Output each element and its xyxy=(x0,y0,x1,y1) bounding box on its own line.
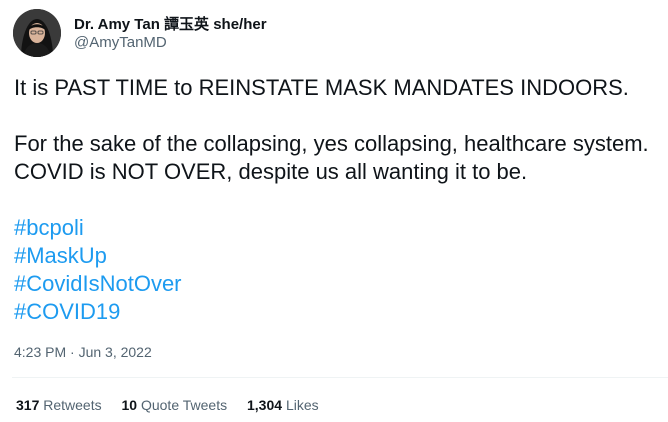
hashtag-covid19[interactable]: #COVID19 xyxy=(14,298,664,326)
tweet-text: It is PAST TIME to REINSTATE MASK MANDAT… xyxy=(14,74,664,326)
quote-tweets-count: 10 xyxy=(121,397,138,413)
retweets-label: Retweets xyxy=(43,397,102,413)
tweet-timestamp[interactable]: 4:23 PM · Jun 3, 2022 xyxy=(14,344,152,360)
likes-count: 1,304 xyxy=(247,397,283,413)
author-name[interactable]: Dr. Amy Tan 譚玉英 she/her xyxy=(74,13,267,34)
author-handle[interactable]: @AmyTanMD xyxy=(74,34,167,51)
quote-tweets-label: Quote Tweets xyxy=(140,397,228,413)
hashtag-bcpoli[interactable]: #bcpoli xyxy=(14,214,664,242)
likes-stat[interactable]: 1,304 Likes xyxy=(247,397,319,413)
tweet-line-3: COVID is NOT OVER, despite us all wantin… xyxy=(14,159,528,184)
engagement-stats: 317 Retweets 10 Quote Tweets 1,304 Likes xyxy=(16,397,335,413)
quote-tweets-stat[interactable]: 10 Quote Tweets xyxy=(122,397,228,413)
retweets-stat[interactable]: 317 Retweets xyxy=(16,397,102,413)
tweet-line-1: It is PAST TIME to REINSTATE MASK MANDAT… xyxy=(14,75,629,100)
hashtag-maskup[interactable]: #MaskUp xyxy=(14,242,664,270)
tweet-line-2: For the sake of the collapsing, yes coll… xyxy=(14,131,649,156)
avatar-image xyxy=(13,9,61,57)
divider xyxy=(12,377,668,378)
tweet-card: Dr. Amy Tan 譚玉英 she/her @AmyTanMD It is … xyxy=(0,0,668,422)
avatar[interactable] xyxy=(13,9,61,57)
likes-label: Likes xyxy=(285,397,319,413)
hashtag-covidisnotover[interactable]: #CovidIsNotOver xyxy=(14,270,664,298)
retweets-count: 317 xyxy=(16,397,40,413)
